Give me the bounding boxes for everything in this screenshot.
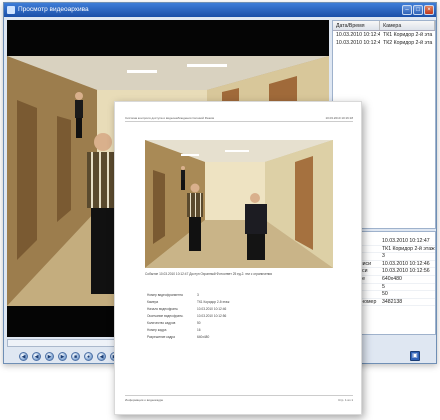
report-parameter-row: Номер кадра 16 xyxy=(147,327,267,334)
report-parameter-key: Окончание видеофрагм. xyxy=(147,314,184,318)
report-parameter-key: Номер кадра xyxy=(147,328,167,332)
minimize-button[interactable]: – xyxy=(402,5,412,15)
report-parameter-row: Количество кадров 50 xyxy=(147,320,267,327)
report-parameter-key: Количество кадров xyxy=(147,321,176,325)
property-value: ТК1 Коридор 2-й этаж xyxy=(382,245,435,252)
report-parameter-key: Разрешение кадра xyxy=(147,335,175,339)
report-parameter-value: 3 xyxy=(197,293,199,297)
window-titlebar[interactable]: Просмотр видеоархива – □ × xyxy=(4,3,436,17)
report-header-title: Система контроля доступа и видеонаблюден… xyxy=(125,116,215,120)
report-parameter-value: 10.03.2010 10:12:46 xyxy=(197,307,227,311)
report-caption: Событие 10.03.2010 10:12:47 Доступ Охран… xyxy=(145,272,273,276)
table-row[interactable]: 10.03.2010 10:12:47 ТК2 Коридор 2-й эта xyxy=(333,39,435,47)
property-value: 10.03.2010 10:12:47 xyxy=(382,238,430,244)
report-page-number: Стр. 1 из 1 xyxy=(338,398,353,402)
report-parameter-key: Номер видеофрагмента xyxy=(147,293,183,297)
report-parameter-value: 50 xyxy=(197,321,201,325)
report-footer-title: Информация о видеокадре xyxy=(125,398,164,402)
cell-datetime: 10.03.2010 10:12:47 xyxy=(336,32,381,38)
report-parameter-row: Разрешение кадра 640х480 xyxy=(147,334,267,341)
property-value: 10.03.2010 10:12:46 xyxy=(382,260,430,267)
report-parameter-row: Окончание видеофрагм. 10.03.2010 10:12:56 xyxy=(147,313,267,320)
window-buttons: – □ × xyxy=(402,5,434,15)
cell-camera: ТК1 Коридор 2-й эта xyxy=(383,32,433,38)
screenshot-stage: Просмотр видеоархива – □ × Дата/Время Ка… xyxy=(0,0,440,420)
report-parameter-value: 16 xyxy=(197,328,201,332)
report-page: Система контроля доступа и видеонаблюден… xyxy=(114,101,362,415)
report-divider xyxy=(125,121,353,122)
app-icon xyxy=(7,6,15,14)
table-row[interactable]: 10.03.2010 10:12:47 ТК1 Коридор 2-й эта xyxy=(333,31,435,39)
report-parameter-value: ТК1 Коридор 2-й этаж xyxy=(197,300,230,304)
property-value: 5 xyxy=(382,283,385,290)
report-parameter-row: Номер видеофрагмента 3 xyxy=(147,292,267,299)
report-frame-photo xyxy=(145,140,333,268)
save-icon[interactable]: ▣ xyxy=(410,351,420,361)
fast-forward-button[interactable]: ▶ xyxy=(58,351,67,361)
window-title: Просмотр видеоархива xyxy=(18,6,89,13)
report-parameter-row: Камера ТК1 Коридор 2-й этаж xyxy=(147,299,267,306)
first-frame-button[interactable]: ◀ xyxy=(19,351,28,361)
property-value: 10.03.2010 10:12:56 xyxy=(382,268,430,275)
property-value: 50 xyxy=(382,291,388,298)
rewind-button[interactable]: ◀ xyxy=(32,351,41,361)
report-parameter-value: 640х480 xyxy=(197,335,210,339)
cell-camera: ТК2 Коридор 2-й эта xyxy=(383,40,433,46)
report-header: Система контроля доступа и видеонаблюден… xyxy=(125,116,353,120)
column-datetime[interactable]: Дата/Время xyxy=(333,21,381,30)
report-header-date: 10.03.2010 10:16:18 xyxy=(325,116,353,120)
record-button[interactable]: ● xyxy=(84,351,93,361)
maximize-button[interactable]: □ xyxy=(413,5,423,15)
cell-datetime: 10.03.2010 10:12:47 xyxy=(336,40,381,46)
report-footer: Информация о видеокадре Стр. 1 из 1 xyxy=(125,395,353,402)
report-parameters: Номер видеофрагмента 3 Камера ТК1 Коридор … xyxy=(147,292,267,341)
report-parameter-key: Начало видеофрагм. xyxy=(147,307,179,311)
property-value: 3482138 xyxy=(382,298,403,305)
report-parameter-value: 10.03.2010 10:12:56 xyxy=(197,314,227,318)
events-table-header: Дата/Время Камера xyxy=(333,21,435,31)
stop-button[interactable]: ■ xyxy=(71,351,80,361)
column-camera[interactable]: Камера xyxy=(380,21,435,30)
report-parameter-key: Камера xyxy=(147,300,159,304)
play-button[interactable]: ▶ xyxy=(45,351,54,361)
report-parameter-row: Начало видеофрагм. 10.03.2010 10:12:46 xyxy=(147,306,267,313)
property-value: 640х480 xyxy=(382,275,402,282)
previous-frame-button[interactable]: ◀ xyxy=(97,351,106,361)
property-value: 3 xyxy=(382,253,385,260)
report-snapshot-image xyxy=(145,140,333,268)
close-button[interactable]: × xyxy=(424,5,434,15)
